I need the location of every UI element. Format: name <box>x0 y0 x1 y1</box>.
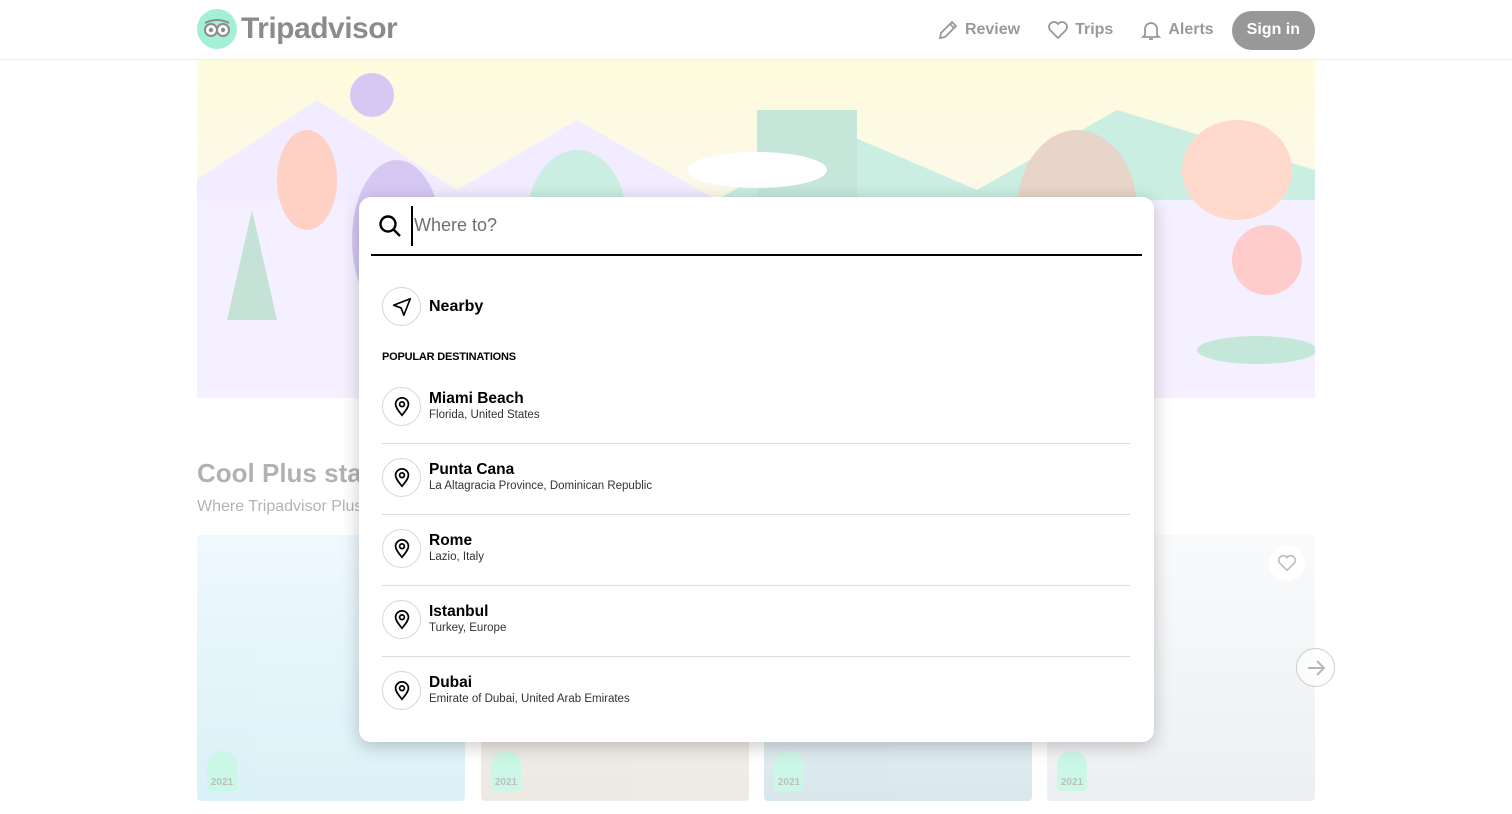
destination-region: Turkey, Europe <box>429 622 507 634</box>
map-pin-icon <box>394 538 409 559</box>
destination-icon-wrap <box>382 600 421 639</box>
award-badge: 2021 <box>491 751 521 791</box>
destination-item-miami-beach[interactable]: Miami Beach Florida, United States <box>382 387 1130 426</box>
nav-review-label: Review <box>964 21 1021 38</box>
divider <box>382 514 1130 515</box>
award-badge: 2021 <box>1057 751 1087 791</box>
save-heart-button[interactable] <box>1269 545 1305 581</box>
sign-in-button[interactable]: Sign in <box>1231 10 1315 50</box>
site-header: Tripadvisor Review Trips Alerts Sign in <box>0 0 1512 60</box>
destination-item-rome[interactable]: Rome Lazio, Italy <box>382 529 1130 568</box>
pencil-icon <box>938 20 958 40</box>
popular-destinations-heading: POPULAR DESTINATIONS <box>382 351 516 363</box>
divider <box>382 443 1130 444</box>
divider <box>382 656 1130 657</box>
heart-icon <box>1277 554 1297 572</box>
destination-region: La Altagracia Province, Dominican Republ… <box>429 480 653 492</box>
nearby-icon-wrap <box>382 287 421 326</box>
destination-icon-wrap <box>382 529 421 568</box>
nav-trips[interactable]: Trips <box>1046 10 1113 50</box>
logo-text: Tripadvisor <box>241 12 398 45</box>
nearby-label: Nearby <box>429 297 484 315</box>
destination-icon-wrap <box>382 387 421 426</box>
destination-icon-wrap <box>382 458 421 497</box>
destination-region: Lazio, Italy <box>429 551 484 563</box>
bell-icon <box>1141 22 1162 40</box>
heart-icon <box>1048 21 1068 40</box>
destination-item-dubai[interactable]: Dubai Emirate of Dubai, United Arab Emir… <box>382 671 1130 710</box>
carousel-next-button[interactable] <box>1296 648 1335 687</box>
nav-review[interactable]: Review <box>936 10 1020 50</box>
award-badge: 2021 <box>774 751 804 791</box>
nearby-option[interactable]: Nearby <box>382 287 1130 326</box>
top-nav: Review Trips Alerts Sign in <box>936 10 1315 50</box>
section-subtitle: Where Tripadvisor Plus <box>197 498 363 515</box>
divider <box>382 585 1130 586</box>
search-dropdown: Nearby POPULAR DESTINATIONS Miami Beach … <box>359 197 1154 742</box>
owl-logo-icon <box>197 9 237 49</box>
destination-region: Emirate of Dubai, United Arab Emirates <box>429 693 630 705</box>
destination-item-punta-cana[interactable]: Punta Cana La Altagracia Province, Domin… <box>382 458 1130 497</box>
map-pin-icon <box>394 609 409 630</box>
map-pin-icon <box>394 467 409 488</box>
destination-name: Punta Cana <box>429 461 515 478</box>
destination-icon-wrap <box>382 671 421 710</box>
map-pin-icon <box>394 680 409 701</box>
destination-item-istanbul[interactable]: Istanbul Turkey, Europe <box>382 600 1130 639</box>
search-icon <box>379 214 401 237</box>
destination-region: Florida, United States <box>429 409 540 421</box>
destination-name: Istanbul <box>429 603 489 620</box>
search-input[interactable] <box>411 205 1111 246</box>
map-pin-icon <box>394 396 409 417</box>
search-bar <box>371 197 1142 256</box>
tripadvisor-logo[interactable]: Tripadvisor <box>197 9 398 49</box>
nav-trips-label: Trips <box>1075 21 1114 38</box>
destination-name: Miami Beach <box>429 390 524 407</box>
nav-alerts-label: Alerts <box>1168 21 1214 38</box>
award-badge: 2021 <box>207 751 237 791</box>
navigation-arrow-icon <box>392 297 411 316</box>
nav-alerts[interactable]: Alerts <box>1139 10 1214 50</box>
arrow-right-icon <box>1307 659 1325 676</box>
destination-name: Rome <box>429 532 473 549</box>
destination-name: Dubai <box>429 674 473 691</box>
